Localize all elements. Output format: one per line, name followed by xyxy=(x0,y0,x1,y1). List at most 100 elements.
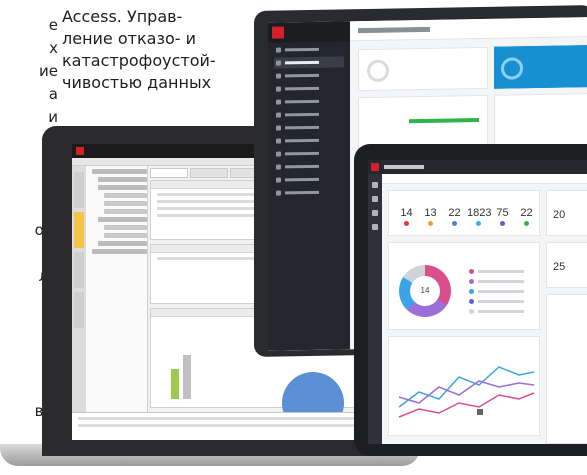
tablet-header xyxy=(368,160,587,174)
stat-value: 1823 xyxy=(467,207,492,219)
fragment-line: ие xyxy=(39,62,58,80)
donut-chart: 14 xyxy=(399,265,451,317)
stat-value: 22 xyxy=(520,207,533,219)
nav-item-icon xyxy=(276,125,281,131)
mini-bar xyxy=(183,355,191,399)
vertical-tab[interactable] xyxy=(74,252,84,288)
nav-item[interactable] xyxy=(274,95,344,107)
stat-value: 14 xyxy=(400,207,413,219)
tree-node[interactable] xyxy=(98,217,147,222)
nav-item[interactable] xyxy=(274,147,344,159)
storage-icon[interactable] xyxy=(372,210,378,216)
nav-item[interactable] xyxy=(274,82,344,94)
ops-bottom-grid xyxy=(72,412,364,440)
stat-item[interactable]: 75 xyxy=(491,207,514,226)
tablet-screen: 14 13 22 1823 75 22 20 25 14 xyxy=(368,160,587,444)
tablet-device: 14 13 22 1823 75 22 20 25 14 xyxy=(354,144,587,456)
ops-vertical-tabs xyxy=(72,166,86,440)
stat-dot-icon xyxy=(404,221,409,226)
server-icon[interactable] xyxy=(372,196,378,202)
tree-node[interactable] xyxy=(104,201,147,206)
caption-line: Access. Управ- xyxy=(62,7,183,26)
summary-card-highlight[interactable] xyxy=(494,45,587,89)
line-chart-card xyxy=(388,336,540,436)
ops-tab[interactable] xyxy=(190,168,228,178)
settings-icon[interactable] xyxy=(372,224,378,230)
stat-dot-icon xyxy=(452,221,457,226)
tree-node[interactable] xyxy=(104,233,147,238)
tree-node[interactable] xyxy=(98,241,147,246)
tablet-title xyxy=(384,165,424,169)
nav-item-icon xyxy=(276,73,281,79)
dashboard-header xyxy=(350,17,587,42)
vertical-tab[interactable] xyxy=(74,292,84,328)
nav-item[interactable] xyxy=(274,108,344,120)
ops-tree-view[interactable] xyxy=(86,166,148,440)
tree-node[interactable] xyxy=(104,193,147,198)
health-bar xyxy=(409,118,479,124)
brand-logo-icon xyxy=(272,26,284,39)
stat-dot-icon xyxy=(476,221,481,226)
vertical-tab[interactable] xyxy=(74,172,84,208)
stat-item[interactable]: 13 xyxy=(419,207,442,226)
nav-item-icon xyxy=(276,47,281,53)
side-card-value: 25 xyxy=(553,261,566,273)
usage-card: 14 xyxy=(388,242,540,330)
stat-dot-icon xyxy=(500,221,505,226)
nav-item-icon xyxy=(276,99,281,105)
nav-item[interactable] xyxy=(274,121,344,133)
vertical-tab-active[interactable] xyxy=(74,212,84,248)
nav-item[interactable] xyxy=(274,43,344,55)
tree-node[interactable] xyxy=(104,225,147,230)
stat-item[interactable]: 22 xyxy=(443,207,466,226)
stat-dot-icon xyxy=(428,221,433,226)
chart-line xyxy=(398,366,535,408)
nav-item[interactable] xyxy=(274,134,344,146)
side-card[interactable]: 25 xyxy=(546,242,587,288)
mini-bar-chart xyxy=(171,339,231,399)
nav-item-icon xyxy=(276,151,281,157)
stat-value: 75 xyxy=(496,207,509,219)
fragment-line: е xyxy=(48,16,58,34)
stat-item[interactable]: 14 xyxy=(395,207,418,226)
nav-brand xyxy=(268,21,350,43)
stat-item[interactable]: 22 xyxy=(515,207,538,226)
dashboard-title xyxy=(358,26,430,34)
brand-logo-icon xyxy=(76,147,84,155)
tree-node[interactable] xyxy=(98,177,147,182)
nav-item-selected[interactable] xyxy=(274,56,344,69)
feature-caption: Access. Управ- ление отказо- и катастроф… xyxy=(62,6,262,94)
side-card[interactable]: 20 xyxy=(546,190,587,236)
tree-node[interactable] xyxy=(98,185,147,190)
nav-item[interactable] xyxy=(274,160,344,172)
stat-item[interactable]: 1823 xyxy=(467,207,492,226)
tree-node[interactable] xyxy=(92,169,147,174)
summary-ring xyxy=(367,59,389,82)
nav-item[interactable] xyxy=(274,69,344,81)
nav-item-icon xyxy=(276,190,281,196)
ops-tab[interactable] xyxy=(150,168,188,178)
fragment-line: а xyxy=(48,85,58,103)
home-icon[interactable] xyxy=(372,182,378,188)
chart-marker xyxy=(477,409,483,415)
summary-card[interactable] xyxy=(358,46,488,92)
chart-line xyxy=(398,392,535,418)
tree-node[interactable] xyxy=(104,209,147,214)
mini-bar xyxy=(171,369,179,399)
nav-item-icon xyxy=(276,112,281,118)
stat-value: 13 xyxy=(424,207,437,219)
nav-item-icon xyxy=(276,138,281,144)
side-card-value: 20 xyxy=(553,209,566,221)
nav-sidebar xyxy=(268,21,350,351)
caption-line: катастрофоустой- xyxy=(62,51,216,70)
nav-item[interactable] xyxy=(274,186,344,198)
line-chart xyxy=(398,366,535,418)
tablet-sidebar xyxy=(368,174,382,444)
nav-item[interactable] xyxy=(274,173,344,185)
tablet-subheader xyxy=(382,174,587,184)
stat-dot-icon xyxy=(524,221,529,226)
nav-item-icon xyxy=(276,60,281,66)
tree-node[interactable] xyxy=(92,249,147,254)
nav-item-icon xyxy=(276,86,281,92)
brand-logo-icon xyxy=(371,163,379,171)
